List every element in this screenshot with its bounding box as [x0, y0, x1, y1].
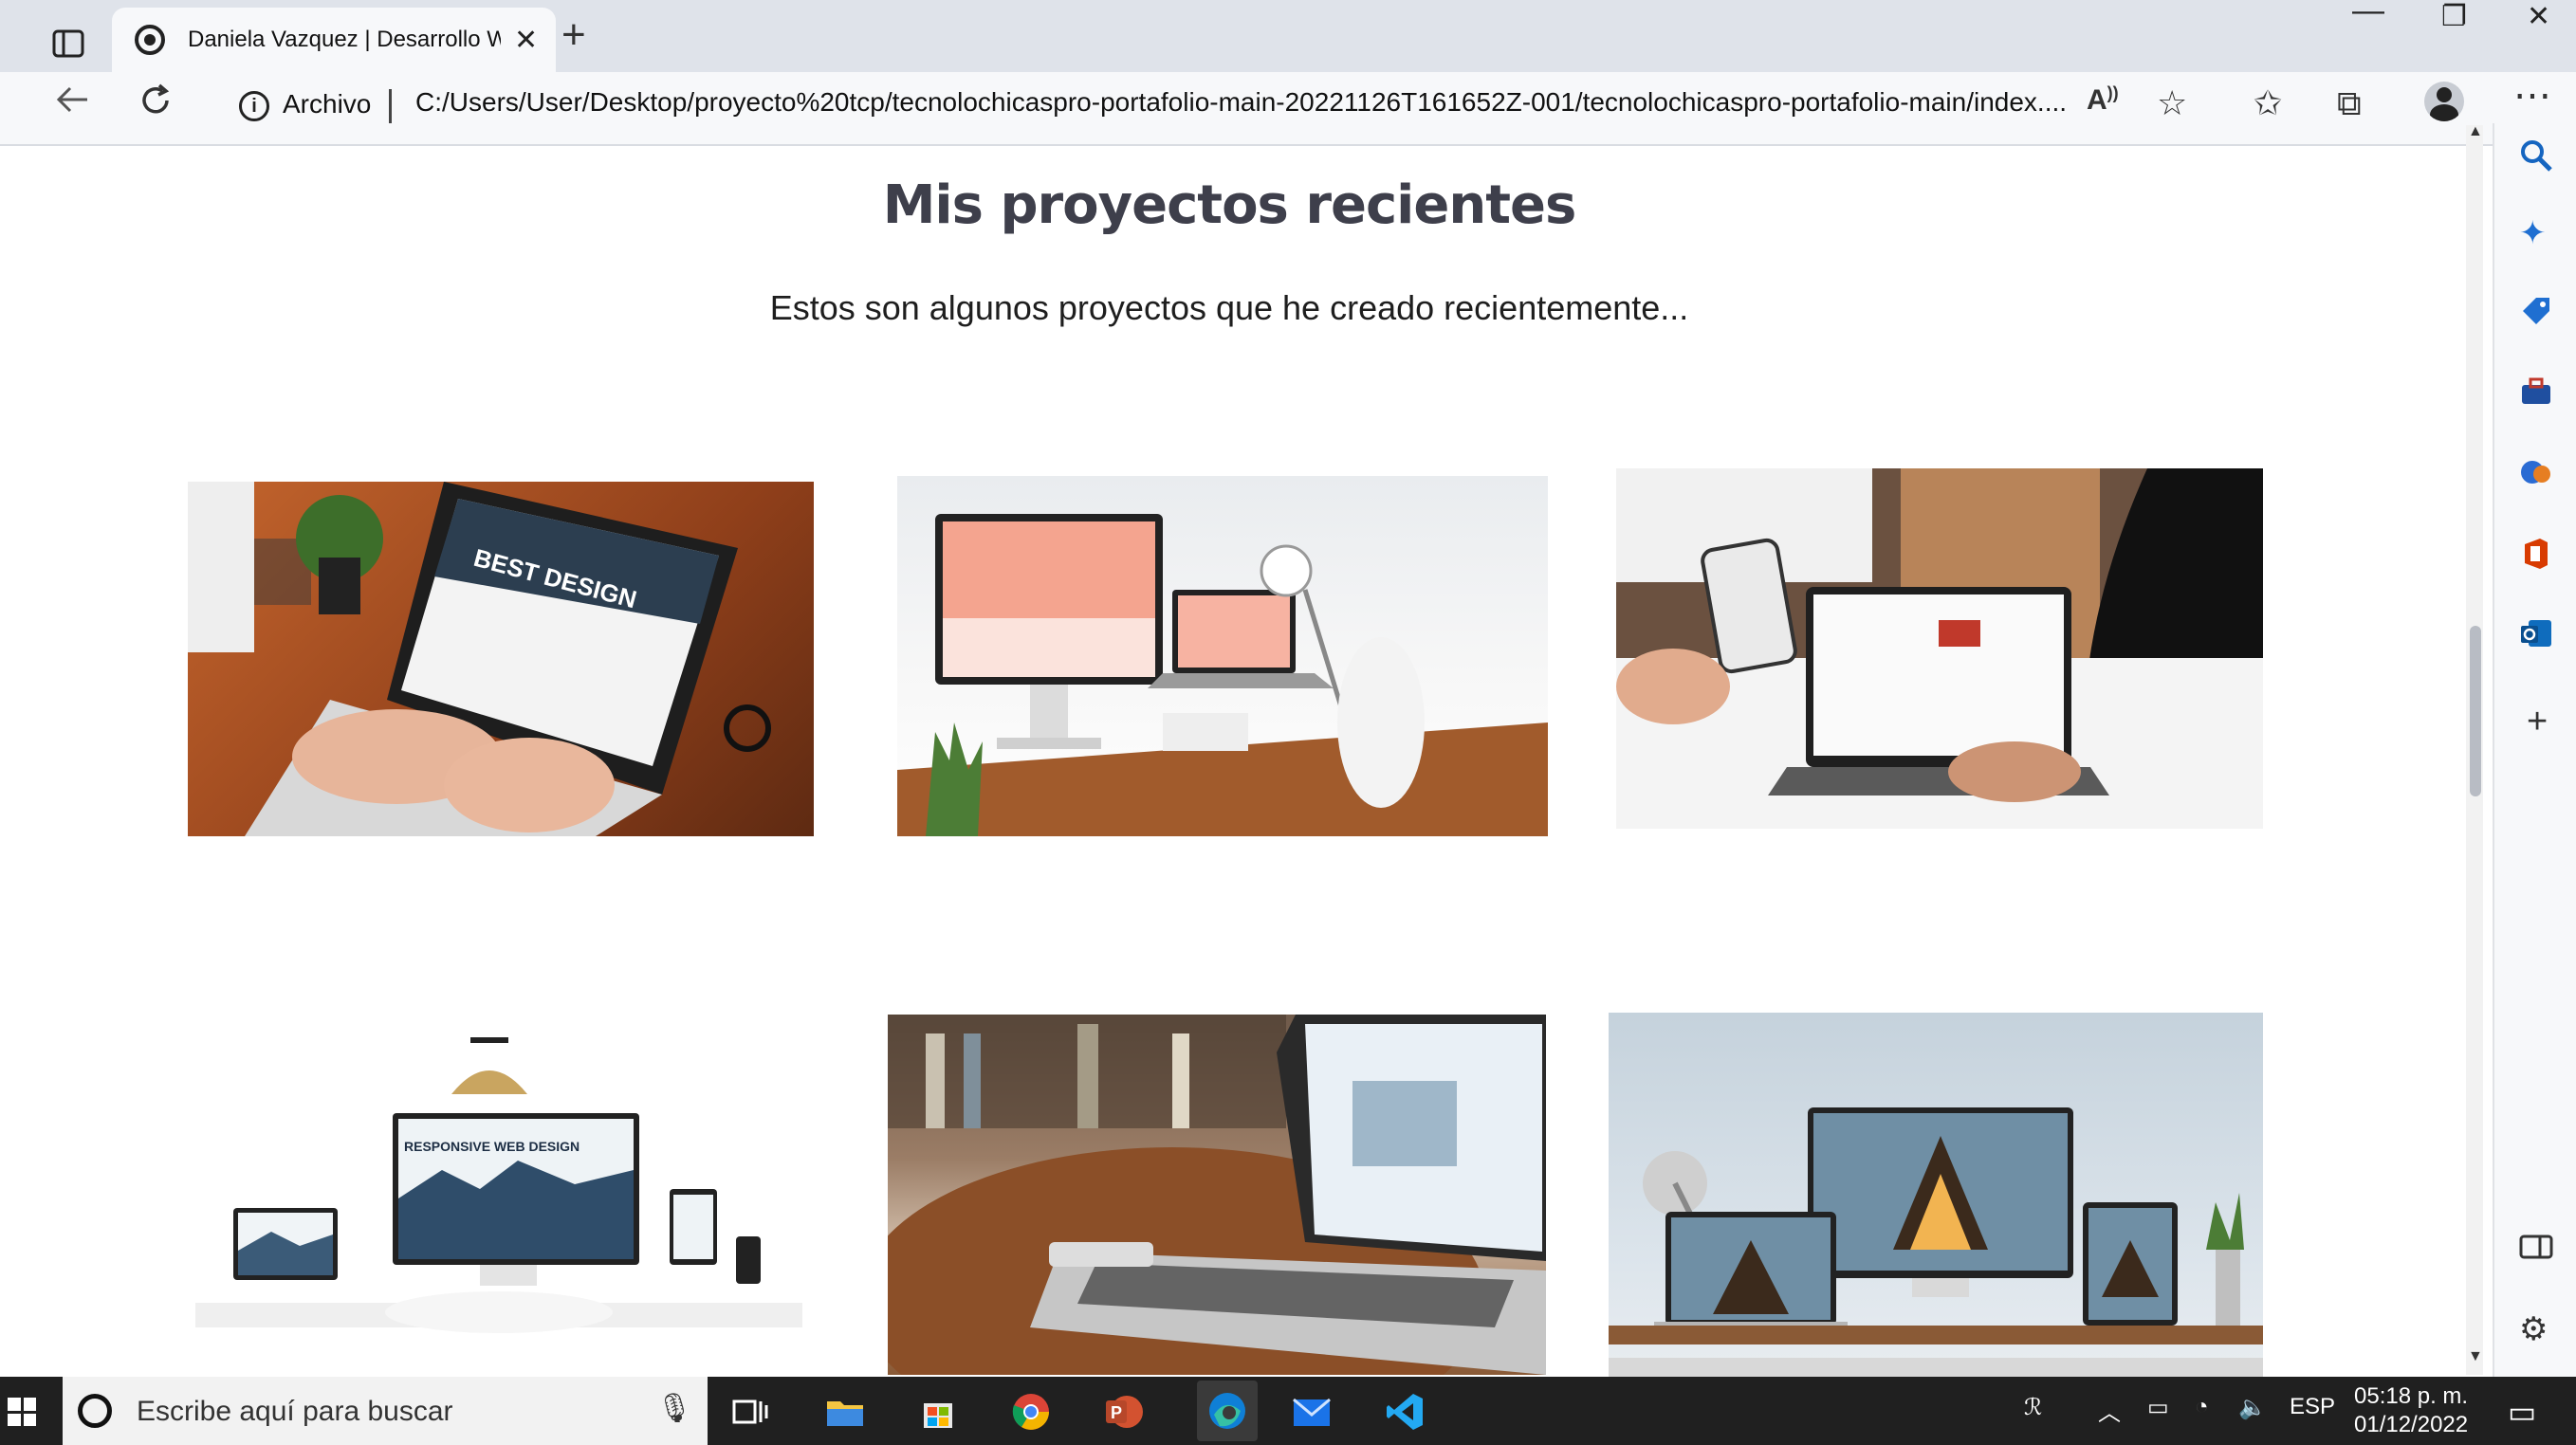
edge-icon[interactable] [1197, 1381, 1258, 1441]
add-icon[interactable]: + [2527, 702, 2548, 742]
close-tab-icon[interactable]: ✕ [514, 24, 538, 57]
powerpoint-icon[interactable]: P [1104, 1392, 1144, 1432]
tab-actions-icon[interactable] [38, 17, 99, 70]
collections-icon[interactable]: ⧉ [2337, 83, 2362, 124]
microphone-icon[interactable]: 🎙 [656, 1392, 692, 1425]
screen: Daniela Vazquez | Desarrollo Web ✕ + — ❐… [0, 0, 2576, 1445]
tools-icon[interactable] [2519, 375, 2553, 418]
office-icon[interactable] [2519, 537, 2553, 579]
favorites-icon[interactable]: ✩ [2254, 83, 2282, 123]
project-image-2[interactable] [897, 476, 1548, 836]
add-favorite-icon[interactable]: ☆ [2157, 83, 2187, 123]
wifi-icon[interactable]: ◔ [2195, 1394, 2209, 1420]
cortana-icon [78, 1394, 112, 1428]
windows-start-icon[interactable] [8, 1398, 36, 1426]
clock-time: 05:18 p. m. [2354, 1383, 2469, 1409]
favicon-icon [135, 25, 165, 55]
show-hidden-icons[interactable]: ︿ [2098, 1394, 2121, 1427]
tab-title: Daniela Vazquez | Desarrollo Web [188, 27, 501, 52]
responsive-text: RESPONSIVE WEB DESIGN [404, 1139, 580, 1154]
site-info-label[interactable]: Archivo [283, 89, 371, 119]
battery-icon[interactable]: ▭ [2147, 1394, 2169, 1421]
language-indicator[interactable]: ESP [2290, 1394, 2335, 1420]
scrollbar-thumb[interactable] [2470, 626, 2481, 796]
clock[interactable]: 05:18 p. m. 01/12/2022 [2354, 1382, 2468, 1439]
notifications-icon[interactable]: ▭ [2508, 1394, 2536, 1430]
url-field[interactable]: C:/Users/User/Desktop/proyecto%20tcp/tec… [415, 87, 2066, 118]
store-icon[interactable] [918, 1392, 958, 1432]
mail-icon[interactable] [1292, 1392, 1332, 1432]
project-image-5[interactable] [888, 1015, 1546, 1375]
taskbar-search[interactable]: Escribe aquí para buscar 🎙 [63, 1377, 708, 1445]
file-explorer-icon[interactable] [825, 1392, 865, 1432]
close-window-button[interactable]: ✕ [2527, 0, 2550, 33]
refresh-icon[interactable] [138, 83, 173, 127]
search-placeholder: Escribe aquí para buscar [137, 1396, 453, 1427]
page-content: Mis proyectos recientes Estos son alguno… [25, 146, 2472, 1379]
outlook-icon[interactable] [2519, 616, 2553, 659]
people-icon[interactable]: ℛ [2024, 1394, 2042, 1421]
chrome-icon[interactable] [1011, 1392, 1051, 1432]
copilot-icon[interactable]: ✦ [2519, 214, 2547, 252]
project-image-3[interactable] [1616, 468, 2263, 829]
read-aloud-icon[interactable]: A)) [2087, 83, 2119, 117]
task-view-icon[interactable] [730, 1392, 770, 1432]
project-image-6[interactable] [1609, 1013, 2263, 1377]
site-info-icon[interactable]: i [239, 91, 269, 121]
profile-icon[interactable] [2424, 82, 2464, 121]
section-heading: Mis proyectos recientes [882, 174, 1577, 236]
settings-icon[interactable]: ⚙ [2519, 1310, 2548, 1348]
scroll-down-icon[interactable]: ▼ [2468, 1348, 2483, 1365]
back-arrow-icon[interactable] [55, 83, 89, 124]
games-icon[interactable] [2519, 455, 2553, 498]
minimize-button[interactable]: — [2352, 0, 2384, 29]
section-subtitle: Estos son algunos proyectos que he cread… [769, 288, 1689, 327]
project-image-4[interactable]: RESPONSIVE WEB DESIGN [195, 1028, 802, 1354]
more-icon[interactable]: ⋯ [2513, 74, 2551, 118]
project-image-1[interactable]: BEST DESIGN [188, 482, 814, 836]
browser-tab[interactable]: Daniela Vazquez | Desarrollo Web ✕ [112, 8, 556, 72]
split-screen-icon[interactable] [2519, 1233, 2553, 1270]
tab-bar: Daniela Vazquez | Desarrollo Web ✕ + — ❐… [0, 0, 2576, 72]
vscode-icon[interactable] [1385, 1392, 1425, 1432]
divider [389, 89, 392, 123]
shopping-icon[interactable] [2519, 294, 2553, 337]
clock-date: 01/12/2022 [2354, 1412, 2469, 1437]
scroll-up-icon[interactable]: ▲ [2468, 123, 2483, 140]
search-icon[interactable] [2519, 138, 2553, 181]
svg-text:P: P [1111, 1403, 1122, 1422]
restore-button[interactable]: ❐ [2441, 0, 2467, 33]
volume-icon[interactable]: 🔈 [2238, 1394, 2267, 1421]
new-tab-button[interactable]: + [561, 11, 586, 59]
